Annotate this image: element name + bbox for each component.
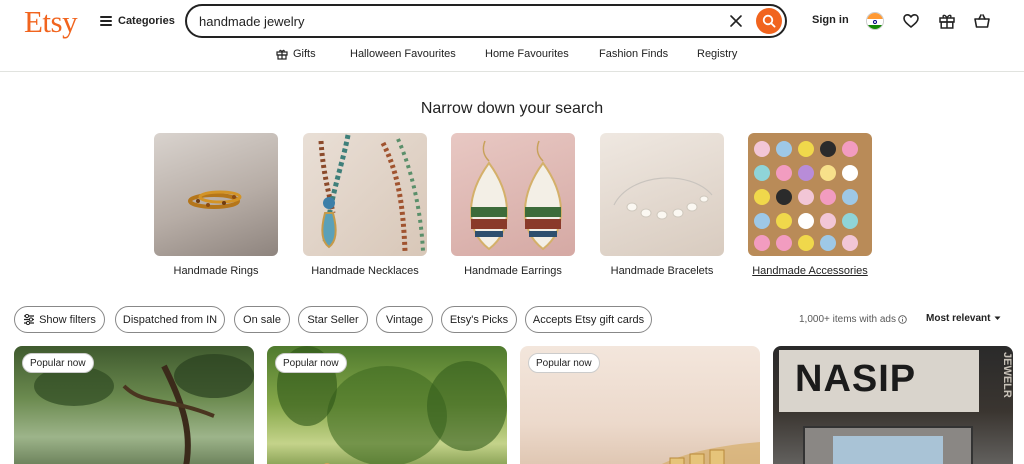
show-filters-label: Show filters (39, 313, 96, 326)
category-label-earrings: Handmade Earrings (464, 265, 562, 277)
search-icon (762, 14, 776, 28)
categories-label: Categories (118, 15, 175, 27)
filter-sliders-icon (24, 314, 35, 325)
nav-item-halloween[interactable]: Halloween Favourites (350, 48, 456, 60)
listing-card[interactable]: Popular now (14, 346, 254, 464)
category-card-bracelets[interactable]: Handmade Bracelets (600, 133, 724, 277)
nav-item-fashion[interactable]: Fashion Finds (599, 48, 668, 60)
nav-item-home[interactable]: Home Favourites (485, 48, 569, 60)
category-card-earrings[interactable]: Handmade Earrings (451, 133, 575, 277)
filter-chip-on-sale[interactable]: On sale (234, 306, 290, 333)
rings-image (154, 133, 278, 256)
categories-button[interactable]: Categories (100, 12, 175, 30)
category-label-accessories: Handmade Accessories (752, 265, 868, 277)
popular-now-badge: Popular now (275, 353, 347, 373)
store-sign-text: NASIP (795, 358, 917, 400)
nav-label-gifts: Gifts (293, 48, 316, 60)
category-card-accessories[interactable]: Handmade Accessories (748, 133, 872, 277)
listing-card[interactable]: Popular now (520, 346, 760, 464)
nav-bar: Gifts Halloween Favourites Home Favourit… (0, 44, 1024, 66)
gift-icon[interactable] (938, 12, 956, 30)
filter-chip-etsys-picks[interactable]: Etsy's Picks (441, 306, 517, 333)
filter-chip-gift-cards[interactable]: Accepts Etsy gift cards (525, 306, 652, 333)
necklaces-image (303, 133, 427, 256)
info-icon[interactable] (898, 315, 907, 324)
caret-down-icon (994, 316, 1001, 320)
store-side-text: JEWELR (1001, 352, 1013, 398)
category-label-necklaces: Handmade Necklaces (311, 265, 419, 277)
show-filters-button[interactable]: Show filters (14, 306, 105, 333)
nav-item-registry[interactable]: Registry (697, 48, 737, 60)
results-count: 1,000+ items with ads (799, 314, 907, 325)
category-card-rings[interactable]: Handmade Rings (154, 133, 278, 277)
earrings-image (451, 133, 575, 256)
filter-chip-vintage[interactable]: Vintage (376, 306, 433, 333)
etsy-logo[interactable]: Etsy (24, 4, 78, 40)
popular-now-badge: Popular now (528, 353, 600, 373)
listing-card[interactable]: Popular now (267, 346, 507, 464)
listing-card[interactable]: NASIP JEWELR (773, 346, 1013, 464)
india-flag-icon[interactable] (866, 12, 884, 30)
results-count-text: 1,000+ items with ads (799, 314, 896, 325)
search-button[interactable] (756, 8, 782, 34)
category-label-bracelets: Handmade Bracelets (610, 265, 714, 277)
category-label-rings: Handmade Rings (173, 265, 259, 277)
cart-icon[interactable] (973, 12, 991, 30)
filter-chip-dispatched[interactable]: Dispatched from IN (115, 306, 225, 333)
narrow-search-title: Narrow down your search (420, 100, 604, 117)
sort-label: Most relevant (926, 313, 991, 324)
search-bar (185, 4, 787, 38)
sort-dropdown[interactable]: Most relevant (926, 313, 1001, 324)
accessories-image (748, 133, 872, 256)
clear-search-icon[interactable] (729, 14, 743, 28)
menu-icon (100, 16, 112, 26)
nav-item-gifts[interactable]: Gifts (276, 48, 316, 60)
category-card-necklaces[interactable]: Handmade Necklaces (303, 133, 427, 277)
gift-icon (276, 49, 288, 60)
heart-icon[interactable] (902, 12, 920, 30)
search-input[interactable] (199, 13, 719, 29)
site-header: Etsy Categories Sign in Gifts Halloween … (0, 0, 1024, 72)
bracelets-image (600, 133, 724, 256)
popular-now-badge: Popular now (22, 353, 94, 373)
filter-chip-star-seller[interactable]: Star Seller (298, 306, 368, 333)
store-sign-image: NASIP JEWELR (773, 346, 1013, 464)
signin-link[interactable]: Sign in (812, 14, 849, 26)
